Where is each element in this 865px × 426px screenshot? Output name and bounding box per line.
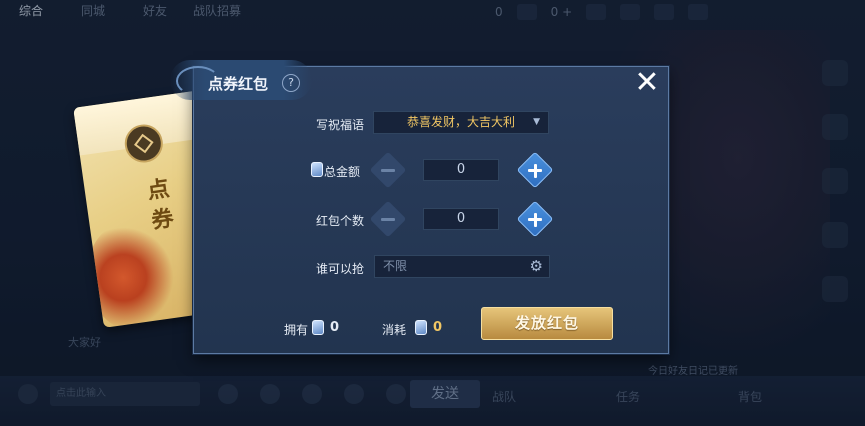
who-can-grab-label: 谁可以抢 xyxy=(315,262,364,276)
owned-value: 0 xyxy=(330,320,340,335)
blessing-label: 写祝福语 xyxy=(315,118,364,132)
coupon-icon xyxy=(415,320,427,335)
coupon-icon xyxy=(312,320,324,335)
total-plus-button[interactable] xyxy=(516,151,554,189)
dialog-title: 点券红包 xyxy=(208,75,269,93)
who-can-grab-select[interactable]: 不限 ⚙ xyxy=(374,255,550,278)
send-red-packet-button[interactable]: 发放红包 xyxy=(481,307,613,340)
cost-value: 0 xyxy=(433,320,443,335)
minus-icon xyxy=(381,218,395,221)
total-amount-field[interactable]: 0 xyxy=(423,159,499,181)
help-icon[interactable]: ? xyxy=(282,74,300,92)
cost-label: 消耗 xyxy=(382,323,407,337)
total-minus-button[interactable] xyxy=(369,151,407,189)
owned-label: 拥有 xyxy=(284,323,309,337)
gear-icon[interactable]: ⚙ xyxy=(530,258,543,275)
blessing-value: 恭喜发财，大吉大利 xyxy=(406,115,515,129)
packet-count-label: 红包个数 xyxy=(315,214,364,228)
count-plus-button[interactable] xyxy=(516,200,554,238)
blessing-select[interactable]: 恭喜发财，大吉大利 ▼ xyxy=(373,111,549,134)
close-button[interactable]: ✕ xyxy=(632,68,662,98)
count-minus-button[interactable] xyxy=(369,200,407,238)
who-can-grab-value: 不限 xyxy=(383,259,408,273)
packet-count-field[interactable]: 0 xyxy=(423,208,499,230)
chevron-down-icon: ▼ xyxy=(533,117,540,127)
minus-icon xyxy=(381,169,395,172)
total-amount-label: 总金额 xyxy=(324,165,361,179)
coupon-icon xyxy=(311,162,323,177)
